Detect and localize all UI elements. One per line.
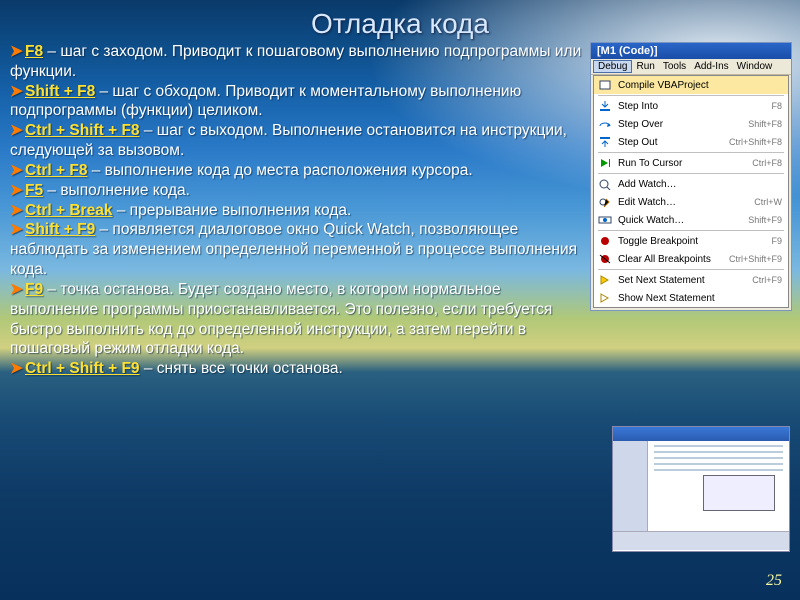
screenshot-thumbnail (612, 426, 790, 552)
menu-item-step-out[interactable]: Step OutCtrl+Shift+F8 (594, 133, 788, 151)
menu-item-label: Run To Cursor (618, 158, 744, 169)
shortcut-key: Ctrl + Break (25, 202, 112, 219)
menu-item-shortcut: Ctrl+F8 (744, 158, 782, 168)
menu-item-shortcut: F8 (763, 101, 782, 111)
menu-window[interactable]: Window (737, 61, 773, 72)
step-over-icon (596, 117, 614, 131)
bullet-arrow-icon: ➤ (10, 360, 23, 377)
menu-separator (598, 152, 784, 153)
bullet-item: ➤Ctrl + Shift + F8 – шаг с выходом. Выпо… (10, 121, 590, 161)
bullet-item: ➤F8 – шаг с заходом. Приводит к пошагово… (10, 42, 590, 82)
menu-separator (598, 173, 784, 174)
bullet-arrow-icon: ➤ (10, 281, 23, 298)
menu-item-shortcut: Shift+F9 (740, 215, 782, 225)
menu-separator (598, 230, 784, 231)
menu-item-step-into[interactable]: Step IntoF8 (594, 97, 788, 115)
menu-item-label: Set Next Statement (618, 275, 744, 286)
slide-title: Отладка кода (0, 8, 800, 40)
bullet-item: ➤Ctrl + Break – прерывание выполнения ко… (10, 201, 590, 221)
shortcut-key: Ctrl + Shift + F9 (25, 360, 140, 377)
bullet-item: ➤Ctrl + F8 – выполнение кода до места ра… (10, 161, 590, 181)
bullet-text: – прерывание выполнения кода. (112, 202, 351, 219)
bullet-item: ➤Ctrl + Shift + F9 – снять все точки ост… (10, 359, 590, 379)
menu-item-label: Add Watch… (618, 179, 774, 190)
edit-watch-icon (596, 195, 614, 209)
bullet-item: ➤Shift + F9 – появляется диалоговое окно… (10, 220, 590, 279)
menu-debug[interactable]: Debug (593, 60, 632, 73)
bullet-arrow-icon: ➤ (10, 182, 23, 199)
menu-item-step-over[interactable]: Step OverShift+F8 (594, 115, 788, 133)
bullet-arrow-icon: ➤ (10, 122, 23, 139)
bullet-arrow-icon: ➤ (10, 43, 23, 60)
menu-item-shortcut: Ctrl+W (746, 197, 782, 207)
menu-item-label: Clear All Breakpoints (618, 254, 721, 265)
menu-item-quick-watch[interactable]: Quick Watch…Shift+F9 (594, 211, 788, 229)
menu-item-set-next-statement[interactable]: Set Next StatementCtrl+F9 (594, 271, 788, 289)
dropdown-menu[interactable]: Compile VBAProjectStep IntoF8Step OverSh… (593, 75, 789, 308)
bullet-list: ➤F8 – шаг с заходом. Приводит к пошагово… (10, 42, 590, 379)
bullet-arrow-icon: ➤ (10, 162, 23, 179)
bullet-text: – точка останова. Будет создано место, в… (10, 281, 552, 357)
menu-item-label: Toggle Breakpoint (618, 236, 763, 247)
menu-item-label: Step Over (618, 119, 740, 130)
bullet-arrow-icon: ➤ (10, 221, 23, 238)
menu-item-label: Edit Watch… (618, 197, 746, 208)
menu-item-compile-vbaproject[interactable]: Compile VBAProject (594, 76, 788, 94)
menu-item-shortcut: Ctrl+F9 (744, 275, 782, 285)
shortcut-key: Shift + F8 (25, 83, 95, 100)
step-into-icon (596, 99, 614, 113)
bullet-arrow-icon: ➤ (10, 202, 23, 219)
menu-item-clear-all-breakpoints[interactable]: Clear All BreakpointsCtrl+Shift+F9 (594, 250, 788, 268)
menu-item-label: Compile VBAProject (618, 80, 774, 91)
menu-separator (598, 269, 784, 270)
add-watch-icon (596, 177, 614, 191)
menu-item-edit-watch[interactable]: Edit Watch…Ctrl+W (594, 193, 788, 211)
bullet-text: – выполнение кода до места расположения … (87, 162, 472, 179)
window-titlebar: [M1 (Code)] (591, 43, 791, 59)
shortcut-key: Ctrl + F8 (25, 162, 87, 179)
menu-item-label: Show Next Statement (618, 293, 774, 304)
shortcut-key: F8 (25, 43, 43, 60)
run-to-icon (596, 156, 614, 170)
quick-watch-icon (596, 213, 614, 227)
breakpoint-icon (596, 234, 614, 248)
menu-item-run-to-cursor[interactable]: Run To CursorCtrl+F8 (594, 154, 788, 172)
clear-bp-icon (596, 252, 614, 266)
menu-add-ins[interactable]: Add-Ins (694, 61, 728, 72)
menu-item-add-watch[interactable]: Add Watch… (594, 175, 788, 193)
bullet-text: – снять все точки останова. (140, 360, 343, 377)
menu-item-label: Step Into (618, 101, 763, 112)
bullet-item: ➤F9 – точка останова. Будет создано мест… (10, 280, 590, 359)
bullet-item: ➤F5 – выполнение кода. (10, 181, 590, 201)
menu-item-shortcut: Ctrl+Shift+F9 (721, 254, 782, 264)
vba-debug-menu-panel: [M1 (Code)] Debug Run Tools Add-Ins Window C… (590, 42, 792, 311)
menu-item-shortcut: Ctrl+Shift+F8 (721, 137, 782, 147)
compile-icon (596, 78, 614, 92)
shortcut-key: Shift + F9 (25, 221, 95, 238)
menu-run[interactable]: Run (636, 61, 654, 72)
set-next-icon (596, 273, 614, 287)
shortcut-key: F9 (25, 281, 43, 298)
menu-item-shortcut: F9 (763, 236, 782, 246)
bullet-text: – шаг с заходом. Приводит к пошаговому в… (10, 43, 581, 80)
show-next-icon (596, 291, 614, 305)
bullet-text: – появляется диалоговое окно Quick Watch… (10, 221, 577, 278)
step-out-icon (596, 135, 614, 149)
slide: Отладка кода ➤F8 – шаг с заходом. Привод… (0, 0, 800, 600)
page-number: 25 (766, 572, 782, 590)
menu-separator (598, 95, 784, 96)
bullet-item: ➤Shift + F8 – шаг с обходом. Приводит к … (10, 82, 590, 122)
menu-tools[interactable]: Tools (663, 61, 686, 72)
bullet-text: – выполнение кода. (43, 182, 190, 199)
menu-item-label: Quick Watch… (618, 215, 740, 226)
menu-bar[interactable]: Debug Run Tools Add-Ins Window (591, 59, 791, 75)
shortcut-key: F5 (25, 182, 43, 199)
bullet-arrow-icon: ➤ (10, 83, 23, 100)
menu-item-shortcut: Shift+F8 (740, 119, 782, 129)
menu-item-toggle-breakpoint[interactable]: Toggle BreakpointF9 (594, 232, 788, 250)
shortcut-key: Ctrl + Shift + F8 (25, 122, 140, 139)
menu-item-label: Step Out (618, 137, 721, 148)
menu-item-show-next-statement[interactable]: Show Next Statement (594, 289, 788, 307)
